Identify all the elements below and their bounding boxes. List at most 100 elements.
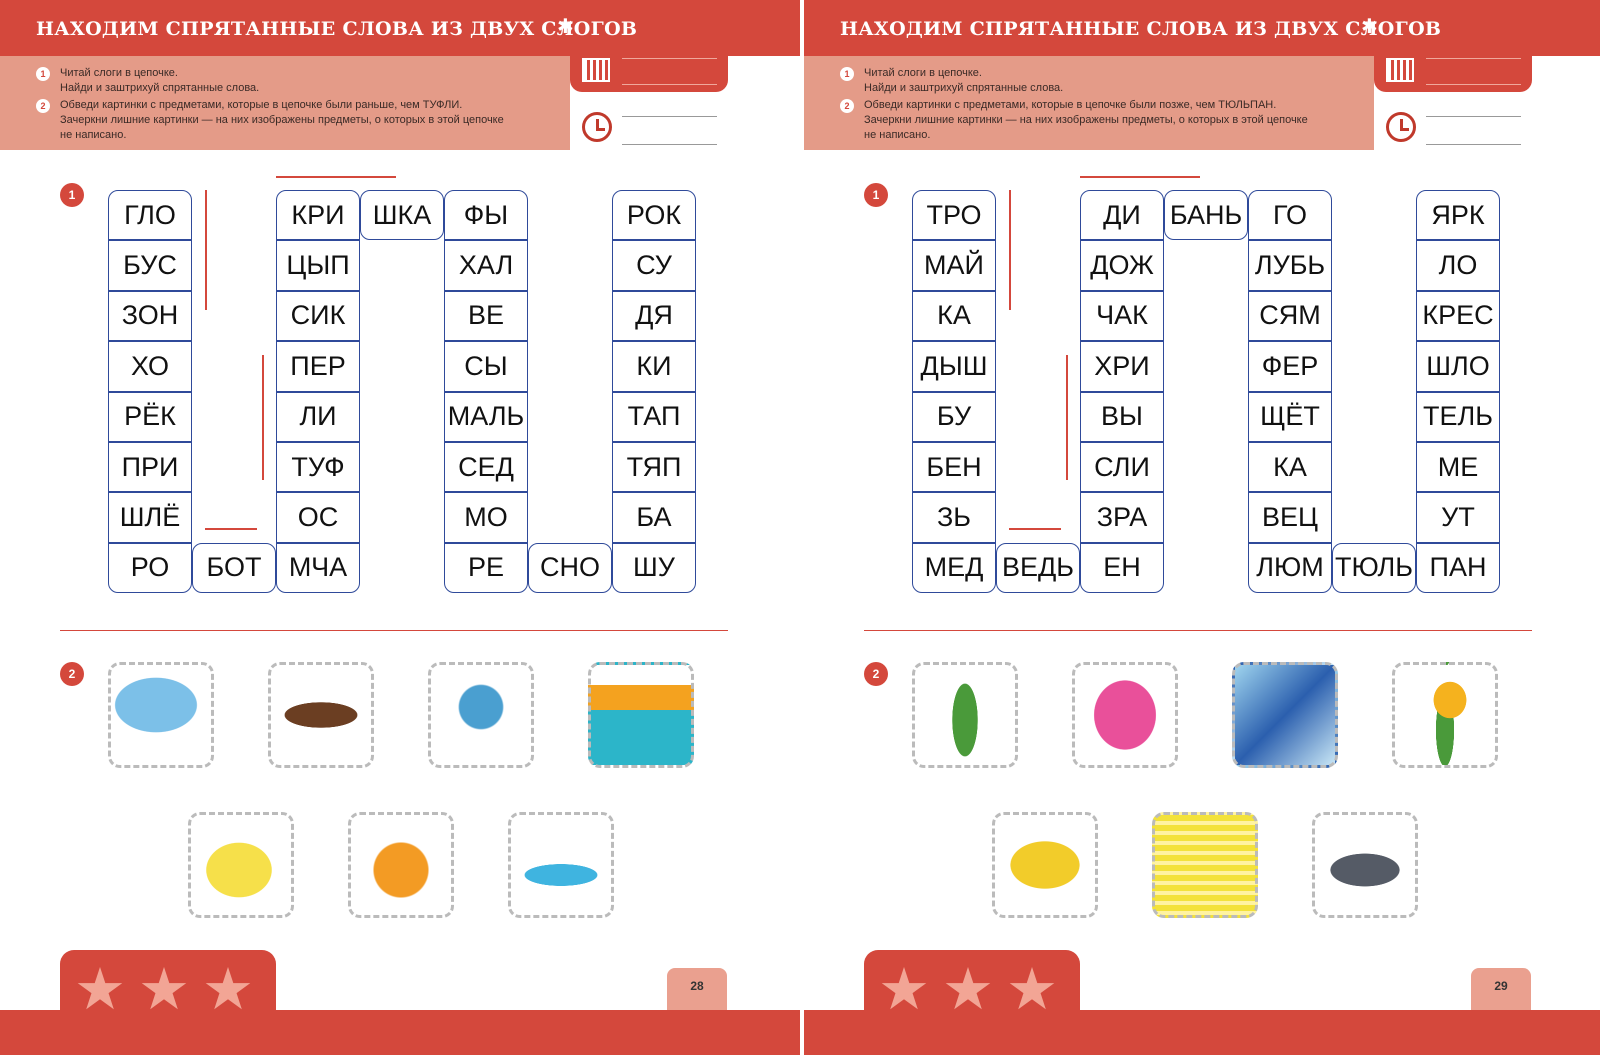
- syllable-cell[interactable]: ЛЮМ: [1248, 542, 1332, 594]
- syllable-cell[interactable]: СНО: [528, 542, 612, 594]
- syllable-cell[interactable]: ХО: [108, 341, 192, 392]
- syllable-cell[interactable]: УТ: [1416, 492, 1500, 543]
- time-line[interactable]: [622, 144, 717, 145]
- date-line[interactable]: [622, 84, 717, 85]
- chick-picture[interactable]: [188, 812, 294, 918]
- tambourine-picture[interactable]: [992, 812, 1098, 918]
- peach-picture[interactable]: [348, 812, 454, 918]
- syllable-cell[interactable]: ЛУБЬ: [1248, 240, 1332, 291]
- date-line[interactable]: [1426, 84, 1521, 85]
- syllable-cell[interactable]: МО: [444, 492, 528, 543]
- syllable-cell[interactable]: БУС: [108, 240, 192, 291]
- date-line[interactable]: [622, 58, 717, 59]
- syllable-cell[interactable]: БУ: [912, 391, 996, 442]
- syllable-cell[interactable]: ШКА: [360, 190, 444, 241]
- instruction-line: Найди и заштрихуй спрятанные слова.: [60, 82, 260, 94]
- syllable-cell[interactable]: РЕ: [444, 542, 528, 594]
- star-icon[interactable]: ★: [138, 960, 190, 1020]
- syllable-cell[interactable]: БА: [612, 492, 696, 543]
- globe-picture[interactable]: [428, 662, 534, 768]
- syllable-cell[interactable]: РОК: [612, 190, 696, 241]
- syllable-cell[interactable]: РО: [108, 542, 192, 594]
- syllable-cell[interactable]: КА: [1248, 442, 1332, 493]
- syllable-cell[interactable]: ПРИ: [108, 442, 192, 493]
- syllable-cell[interactable]: ВЕ: [444, 290, 528, 342]
- syllable-cell[interactable]: МЧА: [276, 542, 360, 594]
- syllable-cell[interactable]: СЯМ: [1248, 290, 1332, 342]
- syllable-cell[interactable]: КА: [912, 290, 996, 342]
- syllable-cell[interactable]: ФЫ: [444, 190, 528, 241]
- syllable-cell[interactable]: ТЮЛЬ: [1332, 542, 1416, 594]
- syllable-cell[interactable]: ЕН: [1080, 542, 1164, 594]
- syllable-cell[interactable]: ДЫШ: [912, 341, 996, 392]
- syllable-cell[interactable]: ВЕДЬ: [996, 542, 1080, 594]
- syllable-cell[interactable]: ЛО: [1416, 240, 1500, 291]
- syllable-cell[interactable]: МАЙ: [912, 240, 996, 291]
- star-icon[interactable]: ★: [74, 960, 126, 1020]
- tulip-picture[interactable]: [1392, 662, 1498, 768]
- gear-icon: ✱: [557, 16, 574, 38]
- syllable-cell[interactable]: ЦЫП: [276, 240, 360, 291]
- dress-picture[interactable]: [1152, 812, 1258, 918]
- shoes-picture[interactable]: [508, 812, 614, 918]
- syllable-cell[interactable]: БАНЬ: [1164, 190, 1248, 241]
- syllable-cell[interactable]: ДЯ: [612, 290, 696, 342]
- syllable-cell[interactable]: БОТ: [192, 542, 276, 594]
- syllable-cell[interactable]: ГО: [1248, 190, 1332, 241]
- syllable-cell[interactable]: ХАЛ: [444, 240, 528, 291]
- syllable-cell[interactable]: МЕД: [912, 542, 996, 594]
- star-icon[interactable]: ★: [1006, 960, 1058, 1020]
- syllable-cell[interactable]: ТУФ: [276, 442, 360, 493]
- syllable-cell[interactable]: ВЫ: [1080, 391, 1164, 442]
- syllable-cell[interactable]: ВЕЦ: [1248, 492, 1332, 543]
- armchair-picture[interactable]: [1072, 662, 1178, 768]
- syllable-cell[interactable]: ФЕР: [1248, 341, 1332, 392]
- syllable-cell[interactable]: МАЛЬ: [444, 391, 528, 442]
- syllable-cell[interactable]: ТРО: [912, 190, 996, 241]
- syllable-cell[interactable]: ПЕР: [276, 341, 360, 392]
- syllable-cell[interactable]: КИ: [612, 341, 696, 392]
- syllable-cell[interactable]: СУ: [612, 240, 696, 291]
- syllable-cell[interactable]: ДИ: [1080, 190, 1164, 241]
- syllable-cell[interactable]: СЕД: [444, 442, 528, 493]
- syllable-cell[interactable]: ШУ: [612, 542, 696, 594]
- syllable-cell[interactable]: СЛИ: [1080, 442, 1164, 493]
- syllable-cell[interactable]: ОС: [276, 492, 360, 543]
- syllable-cell[interactable]: ЛИ: [276, 391, 360, 442]
- otter-picture[interactable]: [268, 662, 374, 768]
- star-icon[interactable]: ★: [878, 960, 930, 1020]
- time-line[interactable]: [1426, 144, 1521, 145]
- syllable-cell[interactable]: СИК: [276, 290, 360, 342]
- syllable-cell[interactable]: ДОЖ: [1080, 240, 1164, 291]
- syllable-cell[interactable]: ТЕЛЬ: [1416, 391, 1500, 442]
- date-line[interactable]: [1426, 58, 1521, 59]
- syllable-cell[interactable]: ПАН: [1416, 542, 1500, 594]
- lily-of-the-valley-picture[interactable]: [912, 662, 1018, 768]
- syllable-cell[interactable]: ЗЬ: [912, 492, 996, 543]
- ornaments-picture[interactable]: [1232, 662, 1338, 768]
- syllable-cell[interactable]: БЕН: [912, 442, 996, 493]
- time-line[interactable]: [622, 116, 717, 117]
- syllable-cell[interactable]: ШЛО: [1416, 341, 1500, 392]
- syllable-cell[interactable]: ЗРА: [1080, 492, 1164, 543]
- pigeon-picture[interactable]: [1312, 812, 1418, 918]
- syllable-cell[interactable]: ЧАК: [1080, 290, 1164, 342]
- syllable-cell[interactable]: ТЯП: [612, 442, 696, 493]
- syllable-cell[interactable]: ХРИ: [1080, 341, 1164, 392]
- syllable-cell[interactable]: ГЛО: [108, 190, 192, 241]
- syllable-cell[interactable]: ТАП: [612, 391, 696, 442]
- syllable-cell[interactable]: ЗОН: [108, 290, 192, 342]
- sunset-sea-picture[interactable]: [588, 662, 694, 768]
- syllable-cell[interactable]: РЁК: [108, 391, 192, 442]
- syllable-cell[interactable]: ЯРК: [1416, 190, 1500, 241]
- syllable-cell[interactable]: КРЕС: [1416, 290, 1500, 342]
- syllable-cell[interactable]: КРИ: [276, 190, 360, 241]
- syllable-cell[interactable]: СЫ: [444, 341, 528, 392]
- star-icon[interactable]: ★: [202, 960, 254, 1020]
- star-icon[interactable]: ★: [942, 960, 994, 1020]
- time-line[interactable]: [1426, 116, 1521, 117]
- syllable-cell[interactable]: ШЛЁ: [108, 492, 192, 543]
- umbrella-picture[interactable]: [108, 662, 214, 768]
- syllable-cell[interactable]: МЕ: [1416, 442, 1500, 493]
- syllable-cell[interactable]: ЩЁТ: [1248, 391, 1332, 442]
